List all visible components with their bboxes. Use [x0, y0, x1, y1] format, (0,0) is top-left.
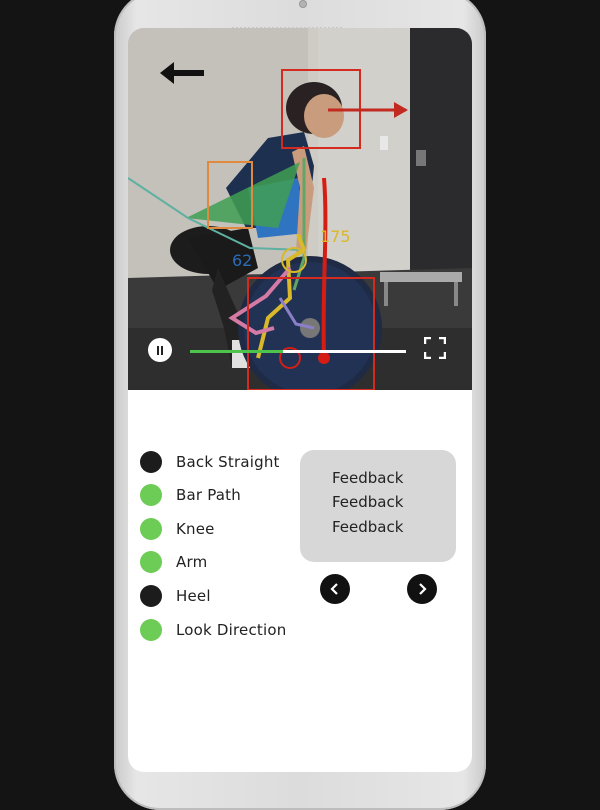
- check-item-look-direction: Look Direction: [140, 618, 286, 642]
- fullscreen-icon[interactable]: [424, 337, 446, 359]
- status-dot: [140, 551, 162, 573]
- hip-angle-label: 175: [320, 227, 351, 246]
- chevron-left-icon: [330, 583, 338, 595]
- feedback-line: Feedback: [332, 518, 404, 536]
- bar-path-line: [321, 177, 328, 359]
- status-dot: [140, 518, 162, 540]
- check-item-back-straight: Back Straight: [140, 450, 280, 474]
- next-feedback-button[interactable]: [407, 574, 437, 604]
- check-item-heel: Heel: [140, 584, 211, 608]
- pause-button[interactable]: [148, 338, 172, 362]
- back-arrow-icon[interactable]: [160, 62, 206, 84]
- feedback-line: Feedback: [332, 469, 404, 487]
- check-label: Arm: [176, 553, 208, 571]
- check-label: Bar Path: [176, 486, 241, 504]
- feedback-line: Feedback: [332, 493, 404, 511]
- prev-feedback-button[interactable]: [320, 574, 350, 604]
- check-label: Heel: [176, 587, 211, 605]
- video-progress-bar[interactable]: [190, 350, 406, 353]
- knee-angle-label: 62: [232, 251, 252, 270]
- check-label: Knee: [176, 520, 215, 538]
- chevron-right-icon: [419, 583, 427, 595]
- video-progress-fill: [190, 350, 283, 353]
- app-screen: 175 62 Back Straight Bar Path Knee Arm H…: [128, 28, 472, 772]
- status-dot: [140, 585, 162, 607]
- pause-icon: [157, 345, 159, 355]
- status-dot: [140, 619, 162, 641]
- pause-icon-bar: [161, 345, 163, 355]
- check-item-knee: Knee: [140, 517, 215, 541]
- video-player[interactable]: 175 62: [128, 28, 472, 390]
- status-dot: [140, 484, 162, 506]
- status-dot: [140, 451, 162, 473]
- check-item-arm: Arm: [140, 550, 207, 574]
- check-label: Look Direction: [176, 621, 287, 639]
- camera-dot: [299, 0, 307, 8]
- feedback-card: Feedback Feedback Feedback: [300, 450, 456, 562]
- check-label: Back Straight: [176, 453, 280, 471]
- check-item-bar-path: Bar Path: [140, 483, 241, 507]
